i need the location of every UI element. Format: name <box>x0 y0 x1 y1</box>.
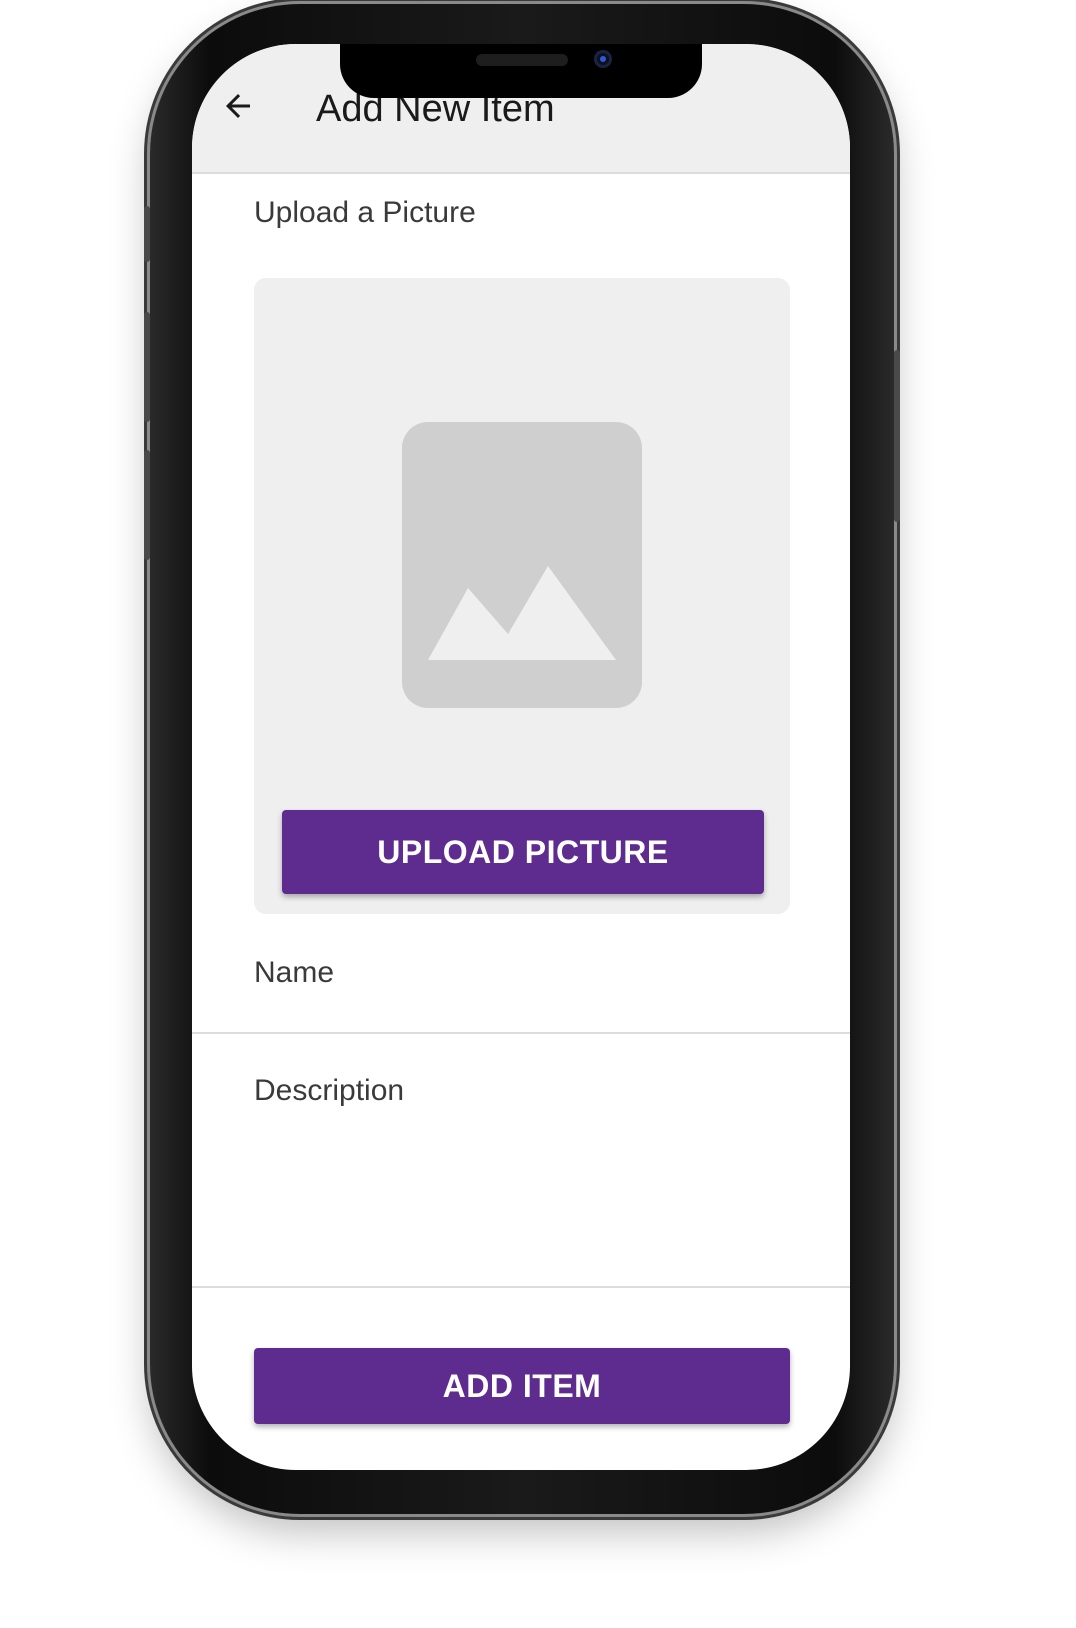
speaker-grille <box>476 54 568 66</box>
upload-picture-button[interactable]: UPLOAD PICTURE <box>282 810 764 894</box>
description-field[interactable]: Description <box>192 1034 850 1288</box>
add-item-button[interactable]: ADD ITEM <box>254 1348 790 1424</box>
name-field[interactable]: Name <box>192 924 850 1034</box>
name-field-label: Name <box>254 956 335 989</box>
image-placeholder-icon <box>402 422 642 708</box>
phone-mute-switch <box>144 206 150 262</box>
phone-notch <box>340 44 702 98</box>
phone-power-button <box>894 350 900 522</box>
upload-section-label: Upload a Picture <box>254 196 476 229</box>
phone-screen: Add New Item Upload a Picture UPLOAD PIC… <box>192 44 850 1470</box>
description-field-label: Description <box>254 1074 405 1107</box>
phone-volume-down-button <box>144 450 150 560</box>
picture-preview-card: UPLOAD PICTURE <box>254 278 790 914</box>
phone-volume-up-button <box>144 312 150 422</box>
arrow-left-icon[interactable] <box>220 88 256 124</box>
front-camera <box>594 50 612 68</box>
